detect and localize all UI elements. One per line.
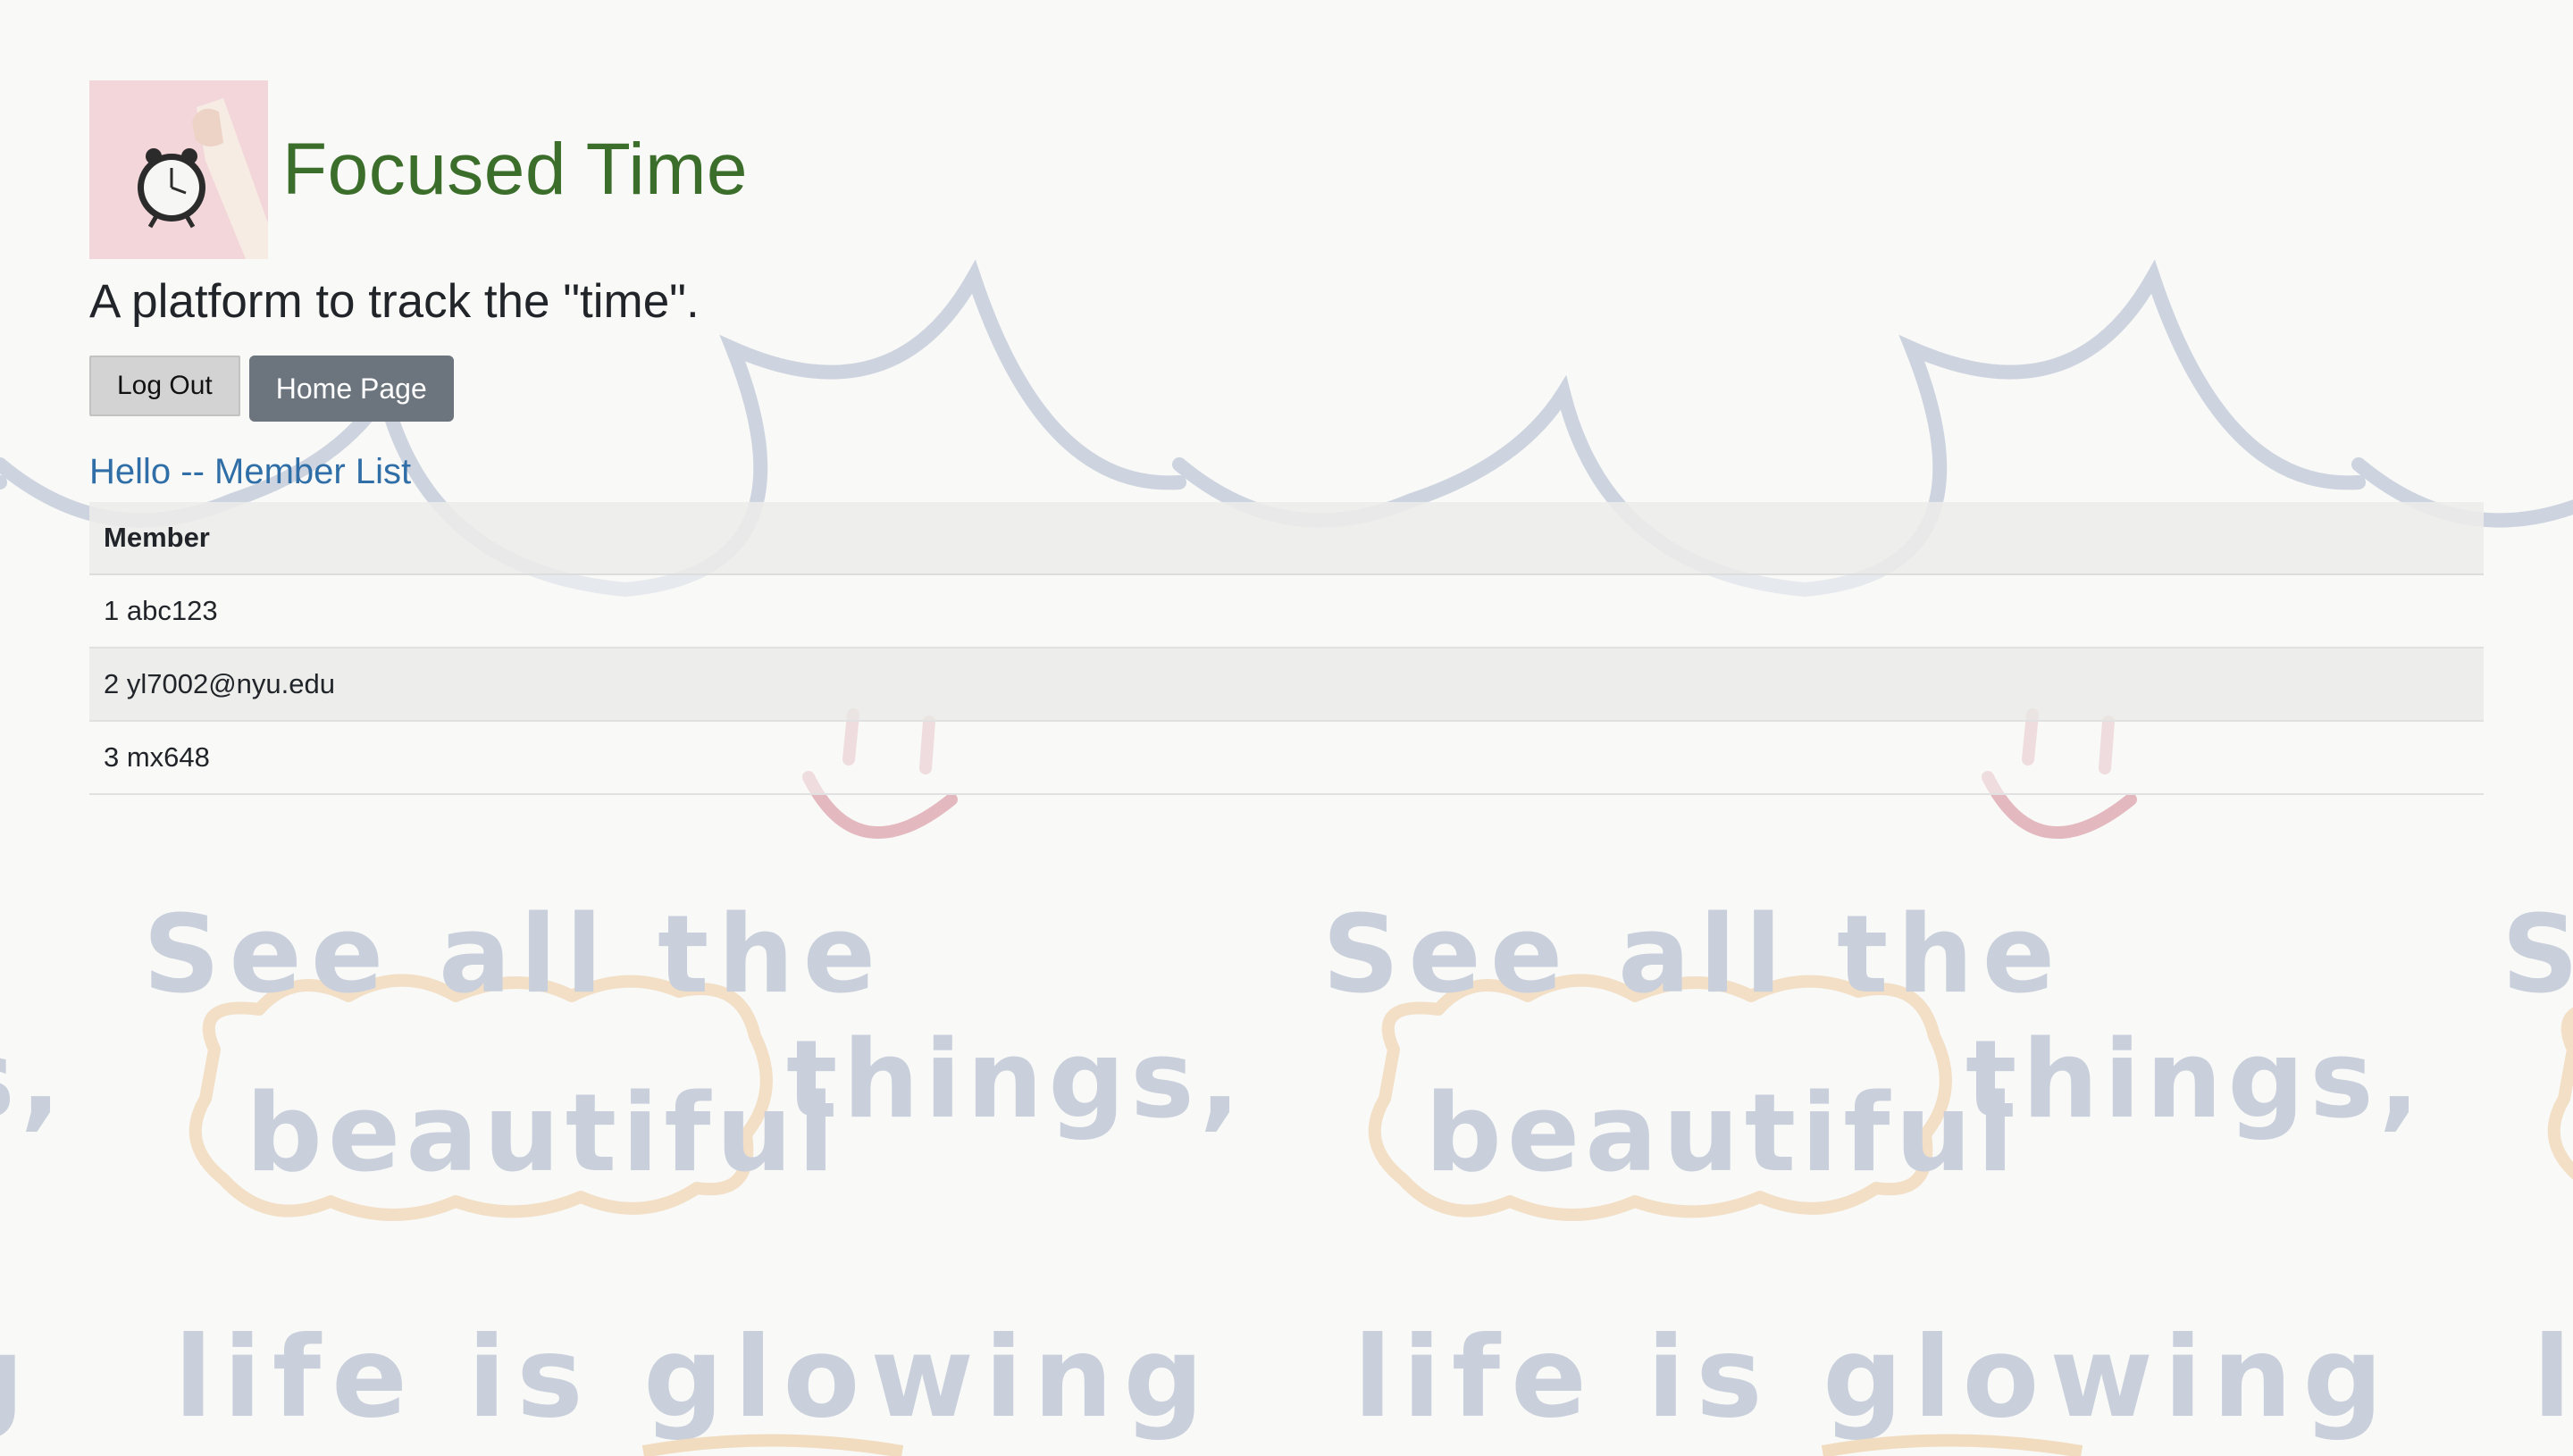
brand-header: Focused Time (89, 80, 2484, 259)
home-page-button[interactable]: Home Page (248, 355, 454, 422)
doodle-line-2: things, (786, 1018, 1245, 1142)
member-cell: 1 abc123 (89, 573, 2484, 649)
table-row: 1 abc123 (89, 573, 2484, 649)
doodle-line-3: life is glowing (174, 1313, 1214, 1443)
doodle-line-1: See all the (143, 893, 884, 1017)
table-row: 2 yl7002@nyu.edu (89, 647, 2484, 722)
member-cell: 2 yl7002@nyu.edu (89, 647, 2484, 722)
alarm-clock-icon (89, 80, 268, 259)
table-row: 3 mx648 (89, 720, 2484, 795)
logo (89, 80, 268, 259)
action-buttons: Log Out Home Page (89, 355, 2484, 422)
page-content: Focused Time A platform to track the "ti… (89, 80, 2484, 795)
table-header-row: Member (89, 501, 2484, 575)
app-title: Focused Time (282, 129, 748, 210)
doodle-highlight-word: beautiful (246, 1072, 840, 1196)
member-list-heading: Hello -- Member List (89, 451, 412, 491)
member-cell: 3 mx648 (89, 720, 2484, 795)
member-table: Member 1 abc123 2 yl7002@nyu.edu 3 mx648 (89, 501, 2484, 795)
tagline: A platform to track the "time". (89, 275, 700, 328)
logout-button[interactable]: Log Out (89, 355, 240, 416)
member-column-header: Member (89, 501, 2484, 575)
